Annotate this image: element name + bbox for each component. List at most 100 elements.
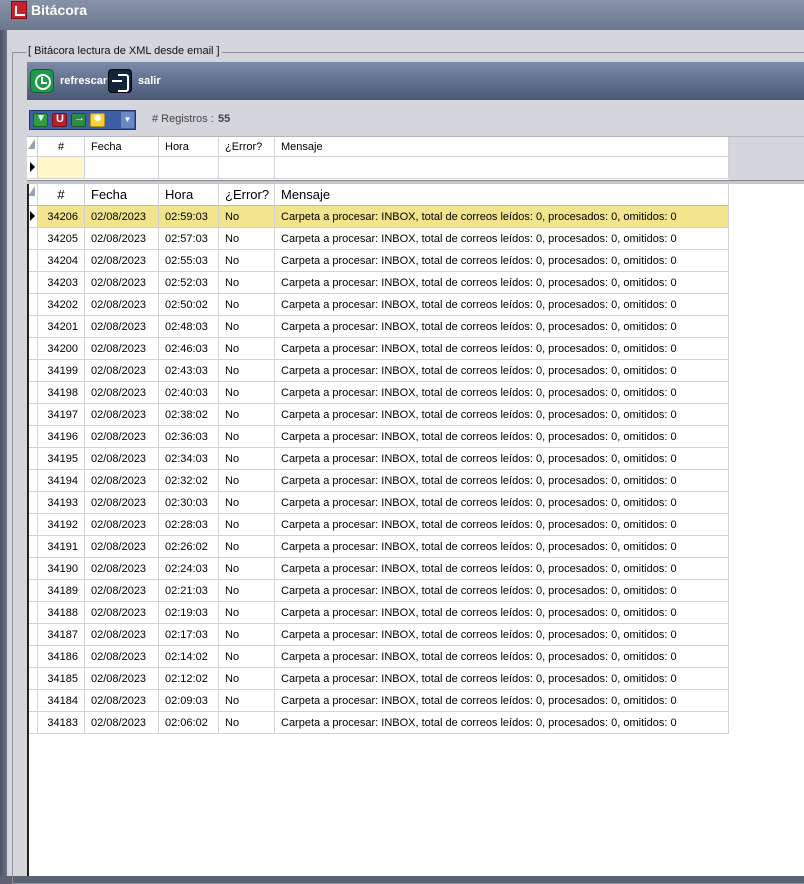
cell-error: No — [219, 206, 275, 228]
table-row[interactable]: 34195 02/08/2023 02:34:03 No Carpeta a proce… — [27, 448, 729, 470]
col-num[interactable]: # — [38, 184, 85, 206]
cell-error: No — [219, 360, 275, 382]
cell-error: No — [219, 602, 275, 624]
filter-col-mensaje[interactable]: Mensaje — [275, 137, 729, 157]
cell-hora: 02:38:02 — [159, 404, 219, 426]
filter-input-num[interactable] — [38, 157, 85, 179]
grid-rows: 34206 02/08/2023 02:59:03 No Carpeta a proce… — [27, 206, 729, 734]
window-title: Bitácora — [31, 2, 88, 18]
col-error[interactable]: ¿Error? — [219, 184, 275, 206]
cell-mensaje: Carpeta a procesar: INBOX, total de corr… — [275, 404, 729, 426]
cell-hora: 02:09:03 — [159, 690, 219, 712]
filter-col-num[interactable]: # — [38, 137, 85, 157]
cell-hora: 02:32:02 — [159, 470, 219, 492]
table-row[interactable]: 34203 02/08/2023 02:52:03 No Carpeta a proce… — [27, 272, 729, 294]
table-row[interactable]: 34188 02/08/2023 02:19:03 No Carpeta a proce… — [27, 602, 729, 624]
cell-fecha: 02/08/2023 — [85, 272, 159, 294]
filter-col-hora[interactable]: Hora — [159, 137, 219, 157]
filter-input-error[interactable] — [219, 157, 275, 179]
cell-fecha: 02/08/2023 — [85, 492, 159, 514]
table-row[interactable]: 34197 02/08/2023 02:38:02 No Carpeta a proce… — [27, 404, 729, 426]
cell-hora: 02:12:02 — [159, 668, 219, 690]
window-frame-edge — [0, 30, 7, 876]
filter-input-fecha[interactable] — [85, 157, 159, 179]
table-row[interactable]: 34201 02/08/2023 02:48:03 No Carpeta a proce… — [27, 316, 729, 338]
table-row[interactable]: 34206 02/08/2023 02:59:03 No Carpeta a proce… — [27, 206, 729, 228]
table-row[interactable]: 34205 02/08/2023 02:57:03 No Carpeta a proce… — [27, 228, 729, 250]
cell-error: No — [219, 624, 275, 646]
cell-fecha: 02/08/2023 — [85, 228, 159, 250]
cell-mensaje: Carpeta a procesar: INBOX, total de corr… — [275, 382, 729, 404]
table-row[interactable]: 34189 02/08/2023 02:21:03 No Carpeta a proce… — [27, 580, 729, 602]
cell-fecha: 02/08/2023 — [85, 624, 159, 646]
cell-num: 34198 — [38, 382, 85, 404]
table-row[interactable]: 34185 02/08/2023 02:12:02 No Carpeta a proce… — [27, 668, 729, 690]
col-hora[interactable]: Hora — [159, 184, 219, 206]
cell-mensaje: Carpeta a procesar: INBOX, total de corr… — [275, 426, 729, 448]
cell-fecha: 02/08/2023 — [85, 250, 159, 272]
cell-mensaje: Carpeta a procesar: INBOX, total de corr… — [275, 448, 729, 470]
cell-error: No — [219, 492, 275, 514]
cell-hora: 02:28:03 — [159, 514, 219, 536]
table-row[interactable]: 34190 02/08/2023 02:24:03 No Carpeta a proce… — [27, 558, 729, 580]
cell-num: 34185 — [38, 668, 85, 690]
export-icon[interactable] — [33, 113, 48, 127]
filter-input-mensaje[interactable] — [275, 157, 729, 179]
table-row[interactable]: 34200 02/08/2023 02:46:03 No Carpeta a proce… — [27, 338, 729, 360]
exit-button[interactable]: salir — [108, 68, 161, 94]
filter-grid: # Fecha Hora ¿Error? Mensaje — [27, 136, 804, 181]
table-row[interactable]: 34194 02/08/2023 02:32:02 No Carpeta a proce… — [27, 470, 729, 492]
cell-mensaje: Carpeta a procesar: INBOX, total de corr… — [275, 206, 729, 228]
corner-cell — [27, 137, 38, 157]
filter-col-fecha[interactable]: Fecha — [85, 137, 159, 157]
cell-num: 34193 — [38, 492, 85, 514]
cell-hora: 02:26:02 — [159, 536, 219, 558]
highlight-icon[interactable] — [90, 112, 105, 127]
chevron-down-icon[interactable]: ▼ — [121, 112, 134, 128]
magnet-icon[interactable] — [52, 113, 67, 127]
table-row[interactable]: 34184 02/08/2023 02:09:03 No Carpeta a proce… — [27, 690, 729, 712]
cell-hora: 02:57:03 — [159, 228, 219, 250]
table-row[interactable]: 34199 02/08/2023 02:43:03 No Carpeta a proce… — [27, 360, 729, 382]
cell-error: No — [219, 404, 275, 426]
table-row[interactable]: 34186 02/08/2023 02:14:02 No Carpeta a proce… — [27, 646, 729, 668]
cell-error: No — [219, 646, 275, 668]
table-row[interactable]: 34192 02/08/2023 02:28:03 No Carpeta a proce… — [27, 514, 729, 536]
cell-error: No — [219, 470, 275, 492]
table-row[interactable]: 34191 02/08/2023 02:26:02 No Carpeta a proce… — [27, 536, 729, 558]
cell-fecha: 02/08/2023 — [85, 382, 159, 404]
records-label: # Registros : — [152, 113, 214, 125]
table-row[interactable]: 34198 02/08/2023 02:40:03 No Carpeta a proce… — [27, 382, 729, 404]
cell-num: 34199 — [38, 360, 85, 382]
table-row[interactable]: 34196 02/08/2023 02:36:03 No Carpeta a proce… — [27, 426, 729, 448]
table-row[interactable]: 34193 02/08/2023 02:30:03 No Carpeta a proce… — [27, 492, 729, 514]
cell-fecha: 02/08/2023 — [85, 206, 159, 228]
cell-num: 34206 — [38, 206, 85, 228]
grid-tools: ▼ — [29, 110, 136, 130]
cell-mensaje: Carpeta a procesar: INBOX, total de corr… — [275, 690, 729, 712]
col-mensaje[interactable]: Mensaje — [275, 184, 729, 206]
cell-error: No — [219, 558, 275, 580]
table-row[interactable]: 34187 02/08/2023 02:17:03 No Carpeta a proce… — [27, 624, 729, 646]
cell-error: No — [219, 382, 275, 404]
cell-num: 34203 — [38, 272, 85, 294]
app-icon — [11, 1, 27, 19]
table-row[interactable]: 34204 02/08/2023 02:55:03 No Carpeta a proce… — [27, 250, 729, 272]
cell-mensaje: Carpeta a procesar: INBOX, total de corr… — [275, 228, 729, 250]
cell-error: No — [219, 668, 275, 690]
table-row[interactable]: 34202 02/08/2023 02:50:02 No Carpeta a proce… — [27, 294, 729, 316]
filter-input-hora[interactable] — [159, 157, 219, 179]
refresh-button[interactable]: refrescar — [30, 68, 107, 94]
col-fecha[interactable]: Fecha — [85, 184, 159, 206]
cell-mensaje: Carpeta a procesar: INBOX, total de corr… — [275, 668, 729, 690]
cell-hora: 02:55:03 — [159, 250, 219, 272]
refresh-label: refrescar — [60, 75, 108, 87]
excel-export-icon[interactable] — [71, 112, 86, 127]
table-row[interactable]: 34183 02/08/2023 02:06:02 No Carpeta a proce… — [27, 712, 729, 734]
cell-num: 34194 — [38, 470, 85, 492]
cell-mensaje: Carpeta a procesar: INBOX, total de corr… — [275, 294, 729, 316]
cell-hora: 02:30:03 — [159, 492, 219, 514]
filter-col-error[interactable]: ¿Error? — [219, 137, 275, 157]
cell-fecha: 02/08/2023 — [85, 338, 159, 360]
cell-error: No — [219, 316, 275, 338]
